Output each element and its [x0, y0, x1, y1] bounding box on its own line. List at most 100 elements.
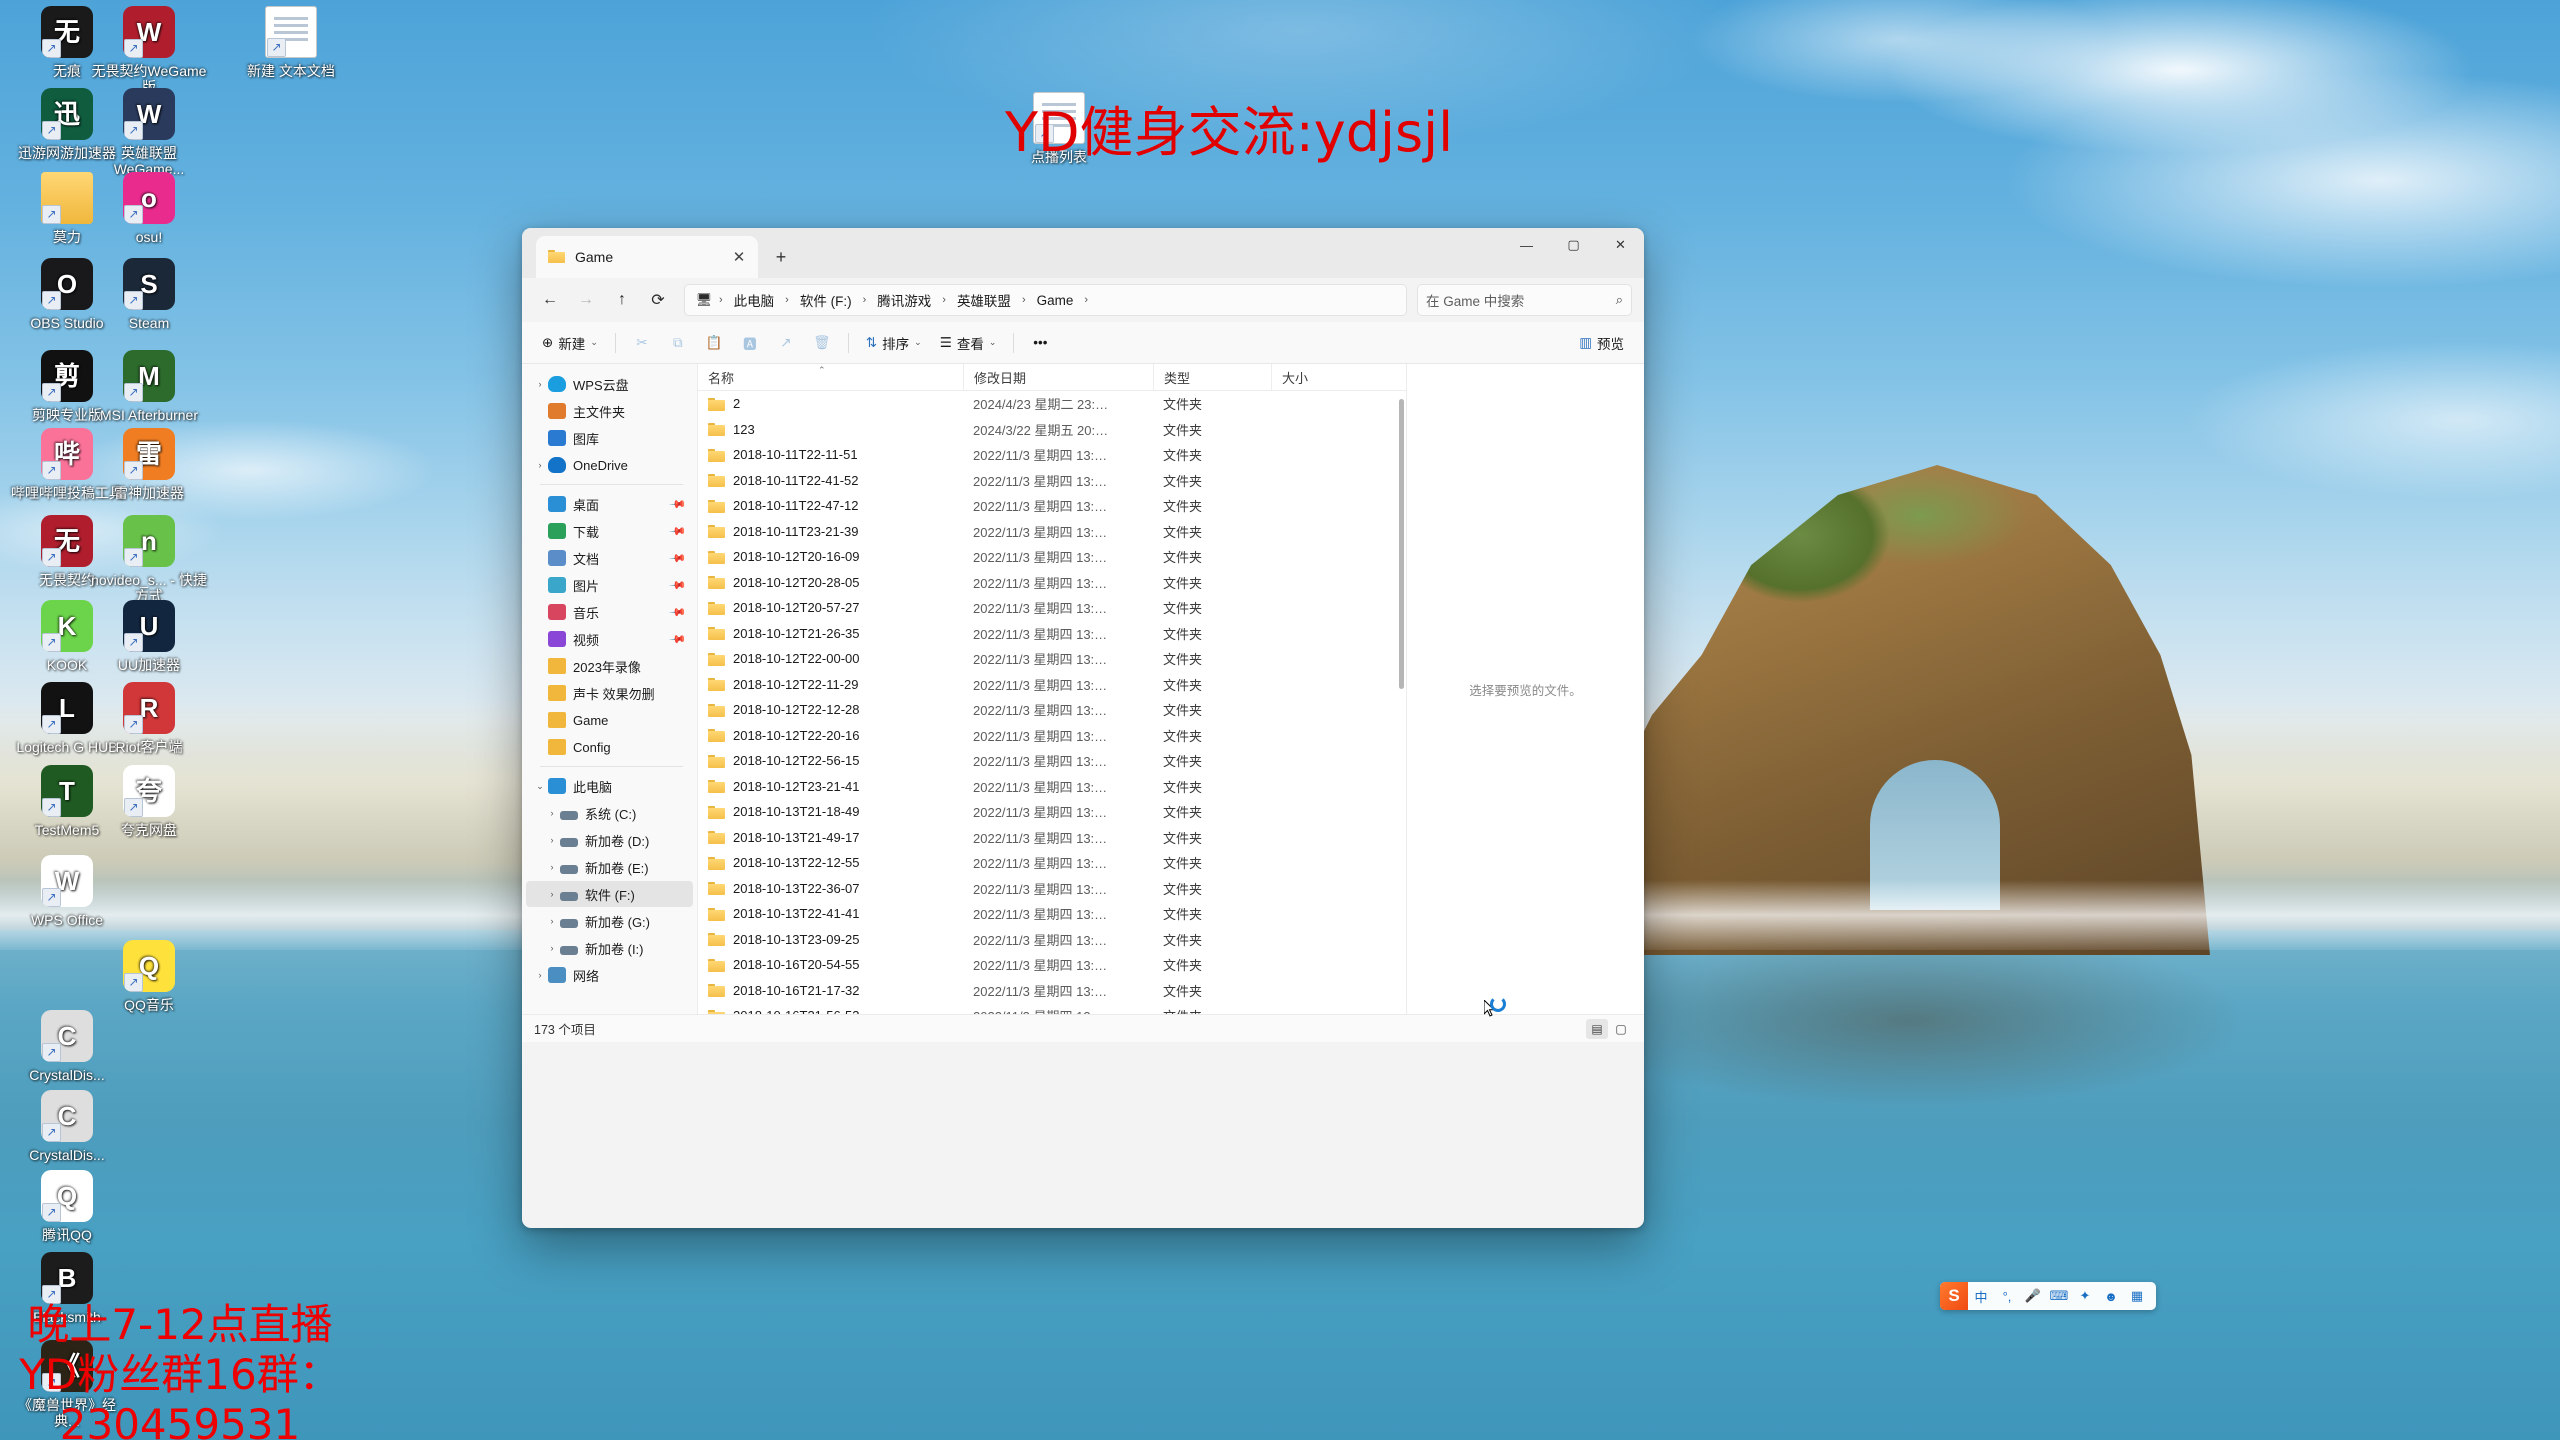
- chevron-right-icon[interactable]: ›: [532, 970, 548, 980]
- table-row[interactable]: 2018-10-12T20-57-27 2022/11/3 星期四 13:… 文件夹: [698, 595, 1406, 621]
- cut-button[interactable]: ✂: [625, 328, 659, 358]
- tab-game[interactable]: Game ✕: [536, 236, 758, 278]
- pin-icon[interactable]: 📌: [669, 603, 688, 621]
- breadcrumb-item[interactable]: Game: [1030, 290, 1081, 311]
- file-name-cell[interactable]: 2018-10-12T23-21-41: [698, 779, 963, 794]
- ime-item[interactable]: ▦: [2124, 1282, 2150, 1310]
- chevron-right-icon[interactable]: ›: [544, 808, 560, 818]
- desktop-icon[interactable]: U UU加速器: [90, 600, 208, 673]
- file-name-cell[interactable]: 2018-10-13T22-41-41: [698, 906, 963, 921]
- table-row[interactable]: 2018-10-12T20-28-05 2022/11/3 星期四 13:… 文件夹: [698, 570, 1406, 596]
- table-row[interactable]: 2018-10-13T21-49-17 2022/11/3 星期四 13:… 文件夹: [698, 825, 1406, 851]
- table-row[interactable]: 2018-10-12T22-00-00 2022/11/3 星期四 13:… 文件夹: [698, 646, 1406, 672]
- desktop-icon[interactable]: 夸夸克网盘: [90, 765, 208, 838]
- search-box[interactable]: 在 Game 中搜索 ⌕: [1417, 284, 1632, 316]
- ime-item[interactable]: ☻: [2098, 1282, 2124, 1310]
- table-row[interactable]: 2018-10-16T20-54-55 2022/11/3 星期四 13:… 文件夹: [698, 952, 1406, 978]
- minimize-button[interactable]: —: [1503, 228, 1550, 262]
- back-button[interactable]: ←: [534, 284, 566, 316]
- desktop-icon[interactable]: S Steam: [90, 258, 208, 331]
- forward-button[interactable]: →: [570, 284, 602, 316]
- chevron-down-icon[interactable]: ⌄: [532, 781, 548, 792]
- new-tab-icon[interactable]: +: [768, 244, 794, 270]
- desktop-icon[interactable]: C CrystalDis...: [8, 1090, 126, 1163]
- breadcrumb-item[interactable]: 英雄联盟: [950, 287, 1018, 313]
- ime-toolbar[interactable]: S 中 °, 🎤 ⌨ ✦ ☻ ▦: [1940, 1282, 2156, 1310]
- nav-item-图片[interactable]: 图片 📌: [526, 572, 693, 598]
- table-row[interactable]: 2018-10-13T22-12-55 2022/11/3 星期四 13:… 文件夹: [698, 850, 1406, 876]
- paste-button[interactable]: 📋: [697, 328, 731, 358]
- desktop-icon[interactable]: M MSI Afterburner: [90, 350, 208, 423]
- desktop-icon[interactable]: W英雄联盟WeGame...: [90, 88, 208, 177]
- table-row[interactable]: 2018-10-12T22-12-28 2022/11/3 星期四 13:… 文件夹: [698, 697, 1406, 723]
- table-row[interactable]: 2018-10-12T22-20-16 2022/11/3 星期四 13:… 文件夹: [698, 723, 1406, 749]
- file-name-cell[interactable]: 2018-10-12T22-56-15: [698, 753, 963, 768]
- desktop-icon[interactable]: Q 腾讯QQ: [8, 1170, 126, 1243]
- sort-button[interactable]: ⇅ 排序 ⌄: [858, 328, 930, 358]
- chevron-right-icon[interactable]: ›: [532, 379, 548, 389]
- table-row[interactable]: 2018-10-11T22-41-52 2022/11/3 星期四 13:… 文件夹: [698, 468, 1406, 494]
- window-titlebar[interactable]: Game ✕ + — ▢ ✕: [522, 228, 1644, 278]
- copy-button[interactable]: ⧉: [661, 328, 695, 358]
- up-button[interactable]: ↑: [606, 284, 638, 316]
- file-name-cell[interactable]: 2018-10-12T22-00-00: [698, 651, 963, 666]
- file-name-cell[interactable]: 2018-10-11T22-11-51: [698, 447, 963, 462]
- breadcrumb-item[interactable]: 软件 (F:): [793, 287, 859, 313]
- file-name-cell[interactable]: 2018-10-12T22-11-29: [698, 677, 963, 692]
- pin-icon[interactable]: 📌: [669, 630, 688, 648]
- file-name-cell[interactable]: 2018-10-13T22-12-55: [698, 855, 963, 870]
- file-name-cell[interactable]: 2018-10-12T20-57-27: [698, 600, 963, 615]
- file-name-cell[interactable]: 2018-10-12T20-16-09: [698, 549, 963, 564]
- nav-item-OneDrive[interactable]: › OneDrive: [526, 452, 693, 478]
- window-controls[interactable]: — ▢ ✕: [1503, 228, 1644, 262]
- file-name-cell[interactable]: 2018-10-12T20-28-05: [698, 575, 963, 590]
- pin-icon[interactable]: 📌: [669, 549, 688, 567]
- chevron-right-icon[interactable]: ›: [544, 862, 560, 872]
- preview-pane-button[interactable]: ▥ 预览: [1571, 328, 1632, 358]
- chevron-right-icon[interactable]: ›: [544, 943, 560, 953]
- file-name-cell[interactable]: 2018-10-13T21-18-49: [698, 804, 963, 819]
- vertical-scrollbar[interactable]: [1397, 391, 1406, 1014]
- nav-item-音乐[interactable]: 音乐 📌: [526, 599, 693, 625]
- nav-item-文档[interactable]: 文档 📌: [526, 545, 693, 571]
- close-button[interactable]: ✕: [1597, 228, 1644, 262]
- nav-item-新加卷-D-[interactable]: › 新加卷 (D:): [526, 827, 693, 853]
- chevron-right-icon[interactable]: ›: [544, 916, 560, 926]
- column-header-size[interactable]: 大小: [1271, 364, 1366, 390]
- search-input[interactable]: 在 Game 中搜索: [1426, 290, 1616, 310]
- desktop-icon[interactable]: 新建 文本文档: [232, 6, 350, 79]
- table-row[interactable]: 2018-10-12T22-11-29 2022/11/3 星期四 13:… 文件夹: [698, 672, 1406, 698]
- pin-icon[interactable]: 📌: [669, 576, 688, 594]
- nav-item-网络[interactable]: › 网络: [526, 962, 693, 988]
- view-button[interactable]: ☰ 查看 ⌄: [932, 328, 1005, 358]
- table-row[interactable]: 2018-10-16T21-17-32 2022/11/3 星期四 13:… 文件夹: [698, 978, 1406, 1004]
- chevron-right-icon[interactable]: ›: [532, 460, 548, 470]
- desktop-icon[interactable]: W WPS Office: [8, 855, 126, 928]
- nav-item-2023年录像[interactable]: 2023年录像: [526, 653, 693, 679]
- file-name-cell[interactable]: 2: [698, 396, 963, 411]
- table-row[interactable]: 2018-10-12T23-21-41 2022/11/3 星期四 13:… 文件夹: [698, 774, 1406, 800]
- desktop-icon[interactable]: QQQ音乐: [90, 940, 208, 1013]
- close-tab-icon[interactable]: ✕: [726, 244, 752, 270]
- more-options-button[interactable]: •••: [1023, 328, 1057, 358]
- nav-item-桌面[interactable]: 桌面 📌: [526, 491, 693, 517]
- nav-item-图库[interactable]: 图库: [526, 425, 693, 451]
- file-list[interactable]: 2 2024/4/23 星期二 23:… 文件夹 123 2024/3/22 星期五 2…: [698, 391, 1406, 1014]
- nav-item-系统-C-[interactable]: › 系统 (C:): [526, 800, 693, 826]
- ime-item[interactable]: ✦: [2072, 1282, 2098, 1310]
- breadcrumb[interactable]: 🖥 › 此电脑 › 软件 (F:) › 腾讯游戏 › 英雄联盟 › Game ›: [684, 284, 1407, 316]
- file-name-cell[interactable]: 2018-10-13T22-36-07: [698, 881, 963, 896]
- ime-item[interactable]: ⌨: [2046, 1282, 2072, 1310]
- nav-item-软件-F-[interactable]: › 软件 (F:): [526, 881, 693, 907]
- nav-item-声卡-效果勿删[interactable]: 声卡 效果勿删: [526, 680, 693, 706]
- desktop-icon[interactable]: 雷雷神加速器: [90, 428, 208, 501]
- breadcrumb-item[interactable]: 此电脑: [727, 287, 782, 313]
- navigation-pane[interactable]: › WPS云盘 主文件夹 图库 › OneDrive 桌面 📌 下载 📌 文档 📌 图片 📌 音乐 📌 视频 📌 2…: [522, 364, 698, 1014]
- maximize-button[interactable]: ▢: [1550, 228, 1597, 262]
- chevron-right-icon[interactable]: ›: [544, 889, 560, 899]
- command-toolbar[interactable]: ⊕ 新建 ⌄ ✂ ⧉ 📋 🅰 ↗ 🗑 ⇅ 排序 ⌄ ☰ 查看 ⌄ ••• ▥ 预…: [522, 322, 1644, 364]
- nav-item-新加卷-G-[interactable]: › 新加卷 (G:): [526, 908, 693, 934]
- table-row[interactable]: 2018-10-13T22-36-07 2022/11/3 星期四 13:… 文件夹: [698, 876, 1406, 902]
- ime-item[interactable]: 中: [1968, 1282, 1994, 1310]
- desktop-icon[interactable]: C CrystalDis...: [8, 1010, 126, 1083]
